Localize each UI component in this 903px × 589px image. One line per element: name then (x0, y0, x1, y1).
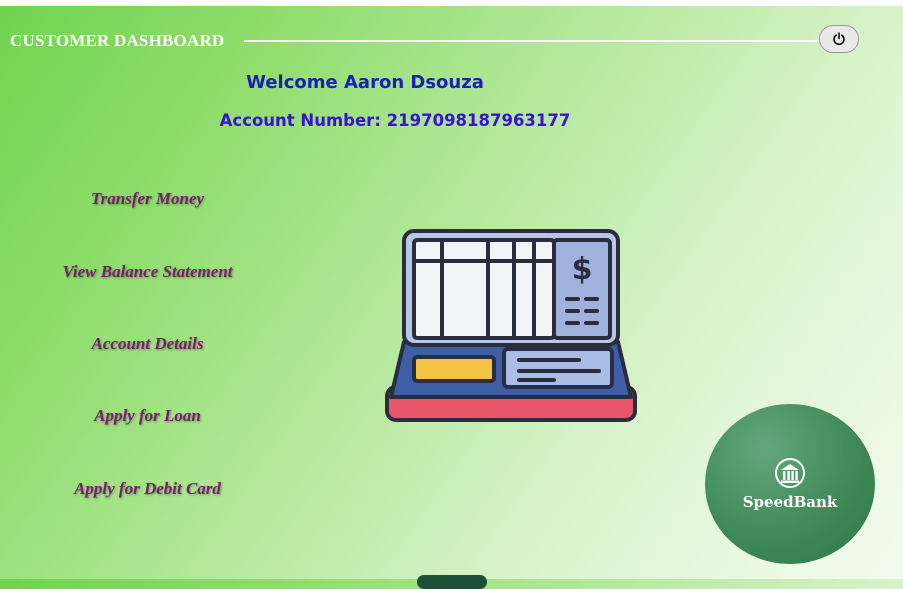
pos-terminal-icon: $ (385, 229, 637, 422)
title-divider (244, 40, 820, 42)
brand-name: SpeedBank (742, 493, 838, 511)
top-strip (0, 0, 903, 6)
logout-button[interactable] (819, 25, 859, 53)
svg-text:$: $ (572, 252, 593, 287)
welcome-greeting: Welcome Aaron Dsouza (246, 72, 484, 93)
menu-apply-for-debit-card[interactable]: Apply for Debit Card (0, 479, 295, 499)
page-title: CUSTOMER DASHBOARD (10, 31, 225, 50)
bank-icon (775, 458, 805, 488)
bottom-tab (417, 575, 487, 589)
menu-apply-for-loan[interactable]: Apply for Loan (0, 406, 295, 426)
account-number: Account Number: 2197098187963177 (219, 111, 571, 130)
brand-logo: SpeedBank (705, 404, 875, 564)
menu-transfer-money[interactable]: Transfer Money (0, 189, 295, 209)
menu-account-details[interactable]: Account Details (0, 334, 295, 354)
menu-view-balance-statement[interactable]: View Balance Statement (0, 262, 295, 282)
power-icon (833, 32, 845, 46)
